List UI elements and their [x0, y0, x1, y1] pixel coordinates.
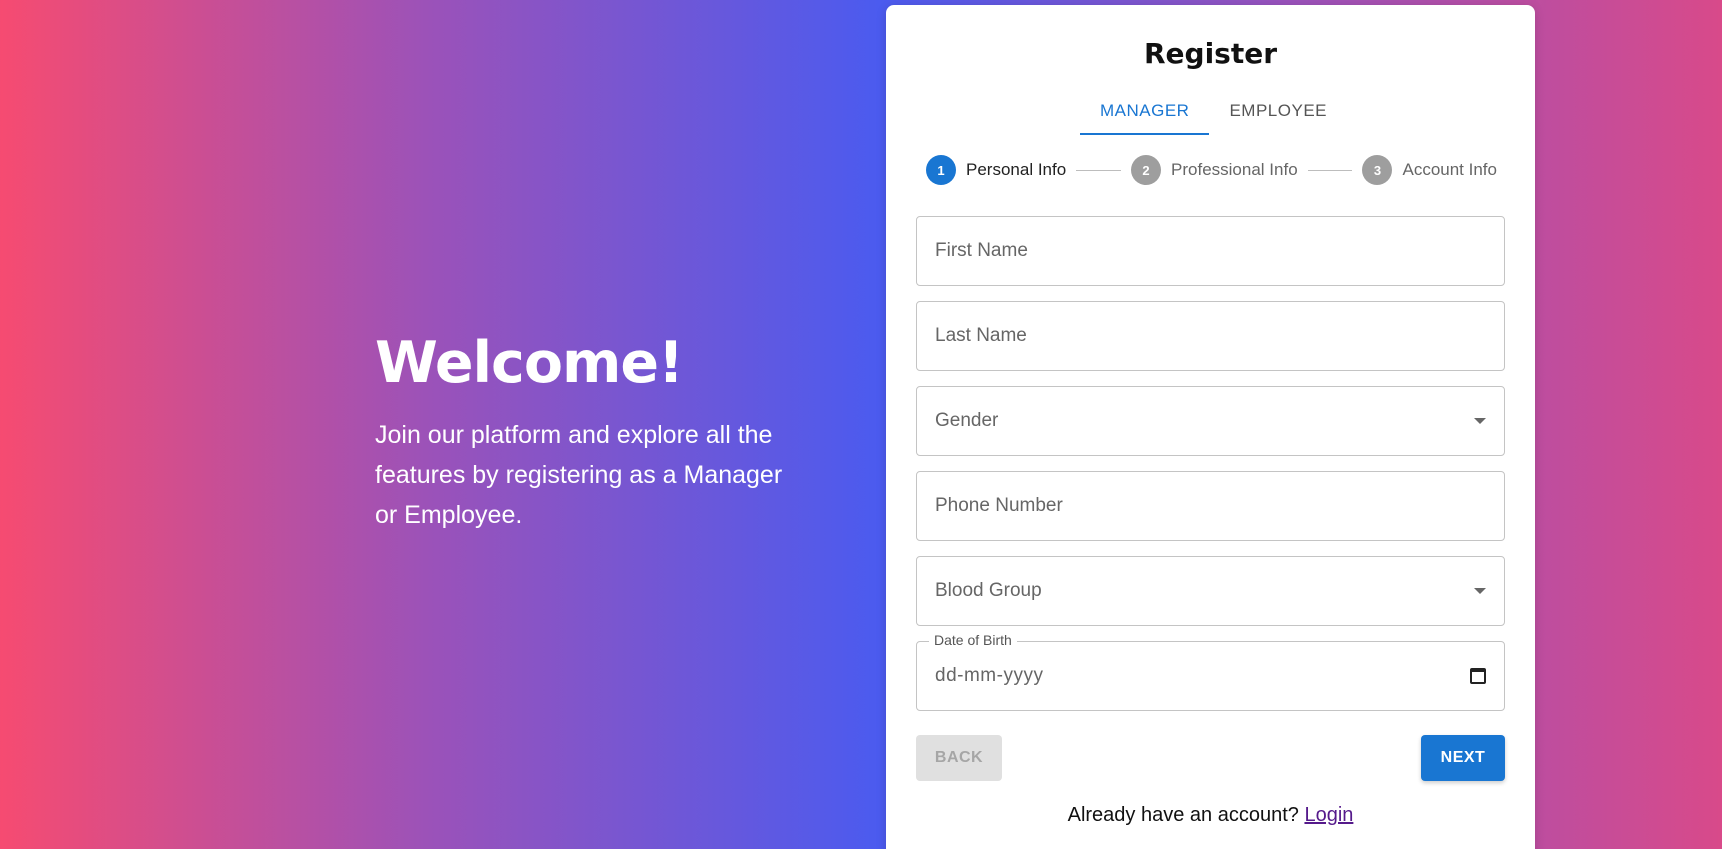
blood-group-select[interactable]: Blood Group	[916, 556, 1505, 626]
first-name-field[interactable]	[916, 216, 1505, 286]
step-2-label: Professional Info	[1171, 160, 1298, 179]
role-tabs: MANAGER EMPLOYEE	[1080, 85, 1347, 135]
phone-number-input[interactable]	[935, 495, 1486, 517]
phone-number-field[interactable]	[916, 471, 1505, 541]
step-connector	[1076, 169, 1122, 171]
date-of-birth-input[interactable]: dd-mm-yyyy	[935, 665, 1470, 687]
step-account-info: 3 Account Info	[1362, 155, 1497, 185]
step-1-circle: 1	[926, 155, 956, 185]
login-link[interactable]: Login	[1304, 804, 1353, 826]
first-name-input[interactable]	[935, 240, 1486, 262]
login-prompt: Already have an account? Login	[886, 804, 1535, 827]
welcome-heading: Welcome!	[375, 330, 684, 396]
step-personal-info: 1 Personal Info	[926, 155, 1066, 185]
back-button[interactable]: BACK	[916, 735, 1002, 781]
calendar-icon[interactable]	[1470, 668, 1486, 684]
next-button[interactable]: NEXT	[1421, 735, 1505, 781]
step-professional-info: 2 Professional Info	[1131, 155, 1298, 185]
step-1-label: Personal Info	[966, 160, 1067, 179]
hero-section: Welcome! Join our platform and explore a…	[375, 325, 825, 535]
step-3-circle: 3	[1362, 155, 1393, 185]
last-name-field[interactable]	[916, 301, 1505, 371]
gender-select[interactable]: Gender	[916, 386, 1505, 456]
welcome-description: Join our platform and explore all the fe…	[375, 421, 783, 529]
login-prompt-text: Already have an account?	[1067, 804, 1299, 826]
step-3-label: Account Info	[1402, 160, 1497, 179]
registration-stepper: 1 Personal Info 2 Professional Info 3 Ac…	[926, 155, 1497, 185]
step-connector	[1307, 169, 1353, 171]
date-of-birth-field[interactable]: Date of Birth dd-mm-yyyy	[916, 632, 1505, 711]
step-2-circle: 2	[1131, 155, 1162, 185]
chevron-down-icon	[1474, 418, 1486, 424]
tab-manager[interactable]: MANAGER	[1080, 85, 1210, 135]
blood-group-placeholder: Blood Group	[935, 580, 1042, 601]
register-title: Register	[1143, 37, 1278, 70]
register-card: Register MANAGER EMPLOYEE 1 Personal Inf…	[886, 5, 1535, 849]
chevron-down-icon	[1474, 588, 1486, 594]
tab-employee[interactable]: EMPLOYEE	[1209, 85, 1347, 135]
date-of-birth-label: Date of Birth	[929, 632, 1017, 648]
last-name-input[interactable]	[935, 325, 1486, 347]
gender-placeholder: Gender	[935, 410, 999, 431]
